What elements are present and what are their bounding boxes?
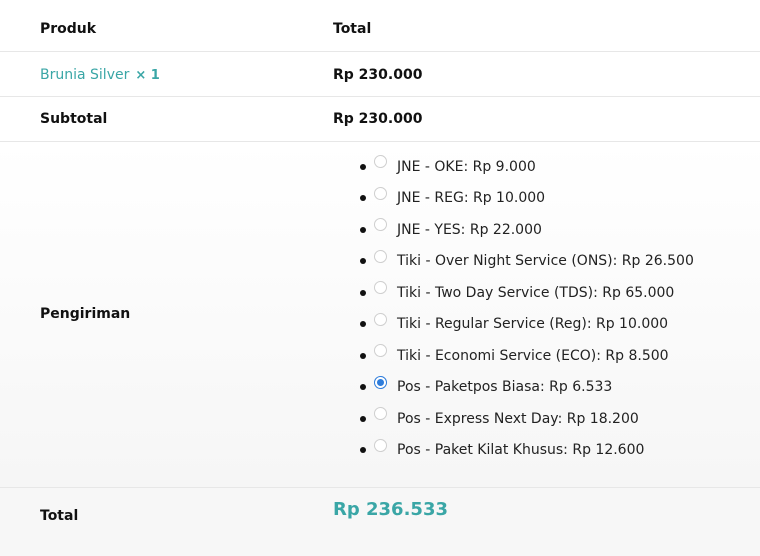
list-bullet-icon [360,352,366,359]
list-bullet-icon [360,289,366,296]
subtotal-label: Subtotal [40,111,108,127]
total-label: Total [40,508,79,524]
shipping-option[interactable]: JNE - REG: Rp 10.000 [360,183,694,215]
shipping-option[interactable]: Pos - Paketpos Biasa: Rp 6.533 [360,372,694,404]
list-bullet-icon [360,321,366,328]
shipping-option-label[interactable]: JNE - YES: Rp 22.000 [397,222,542,238]
shipping-row: Pengiriman JNE - OKE: Rp 9.000 JNE - REG:… [0,142,760,488]
subtotal-row: Subtotal Rp 230.000 [0,97,760,142]
shipping-option[interactable]: Tiki - Economi Service (ECO): Rp 8.500 [360,340,694,372]
shipping-option[interactable]: JNE - OKE: Rp 9.000 [360,151,694,183]
shipping-option[interactable]: Tiki - Over Night Service (ONS): Rp 26.5… [360,246,694,278]
shipping-option-label[interactable]: Tiki - Two Day Service (TDS): Rp 65.000 [397,285,674,301]
shipping-radio[interactable] [374,249,387,263]
shipping-option[interactable]: Tiki - Regular Service (Reg): Rp 10.000 [360,309,694,341]
list-bullet-icon [360,415,366,422]
shipping-option-label[interactable]: JNE - OKE: Rp 9.000 [397,159,536,175]
cart-item-product: Brunia Silver × 1 [40,67,160,83]
product-quantity: × 1 [135,68,160,83]
header-product: Produk [40,21,97,37]
list-bullet-icon [360,384,366,391]
shipping-option-label[interactable]: Tiki - Regular Service (Reg): Rp 10.000 [397,316,668,332]
subtotal-value: Rp 230.000 [333,111,423,127]
shipping-option[interactable]: Pos - Paket Kilat Khusus: Rp 12.600 [360,435,694,467]
product-link[interactable]: Brunia Silver [40,67,129,83]
total-value: Rp 236.533 [333,499,448,520]
shipping-label: Pengiriman [40,306,131,322]
shipping-radio[interactable] [374,312,387,326]
shipping-radio[interactable] [374,186,387,200]
list-bullet-icon [360,163,366,170]
header-total: Total [333,21,372,37]
shipping-radio[interactable] [374,155,387,169]
shipping-radio[interactable] [374,281,387,295]
shipping-radio[interactable] [374,344,387,358]
shipping-option[interactable]: JNE - YES: Rp 22.000 [360,214,694,246]
list-bullet-icon [360,195,366,202]
shipping-option-label[interactable]: Pos - Paket Kilat Khusus: Rp 12.600 [397,442,644,458]
order-review-table: Produk Total Brunia Silver × 1 Rp 230.000… [0,0,760,556]
list-bullet-icon [360,447,366,454]
shipping-radio[interactable] [374,438,387,452]
list-bullet-icon [360,258,366,265]
total-row: Total Rp 236.533 [0,488,760,556]
cart-item-row: Brunia Silver × 1 Rp 230.000 [0,52,760,97]
list-bullet-icon [360,226,366,233]
shipping-option[interactable]: Tiki - Two Day Service (TDS): Rp 65.000 [360,277,694,309]
table-header-row: Produk Total [0,0,760,52]
shipping-radio[interactable] [374,407,387,421]
shipping-option-label[interactable]: Tiki - Over Night Service (ONS): Rp 26.5… [397,253,694,269]
shipping-radio[interactable] [374,375,387,389]
shipping-options-list: JNE - OKE: Rp 9.000 JNE - REG: Rp 10.000 J… [360,151,694,466]
shipping-option-label[interactable]: Tiki - Economi Service (ECO): Rp 8.500 [397,348,669,364]
shipping-option-label[interactable]: JNE - REG: Rp 10.000 [397,190,545,206]
shipping-radio[interactable] [374,218,387,232]
shipping-option-label[interactable]: Pos - Paketpos Biasa: Rp 6.533 [397,379,612,395]
cart-item-total: Rp 230.000 [333,67,423,83]
shipping-option-label[interactable]: Pos - Express Next Day: Rp 18.200 [397,411,639,427]
shipping-option[interactable]: Pos - Express Next Day: Rp 18.200 [360,403,694,435]
